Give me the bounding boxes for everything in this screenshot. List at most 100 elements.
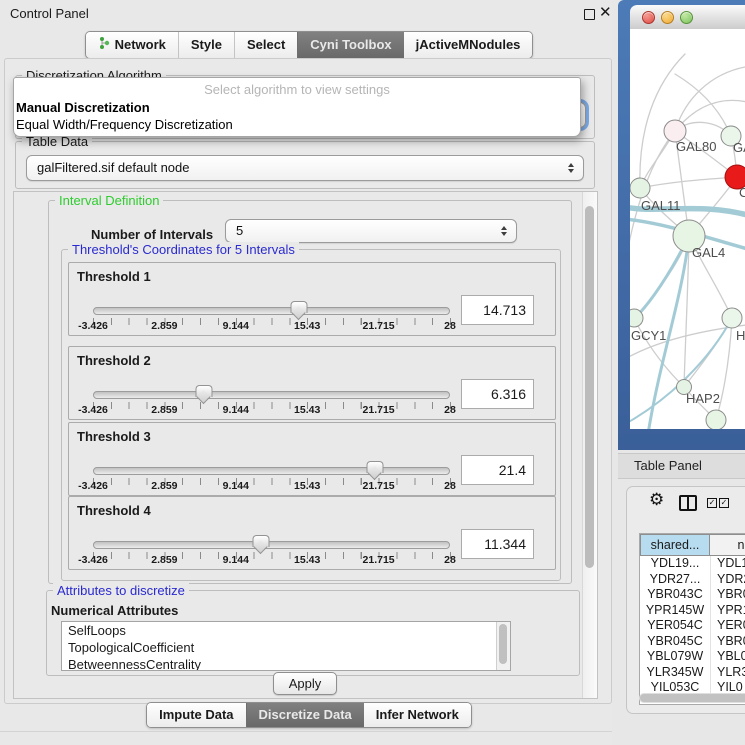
- cell[interactable]: YER0: [710, 618, 745, 634]
- threshold-value-field[interactable]: 6.316: [461, 379, 534, 409]
- tab-discretize-data[interactable]: Discretize Data: [246, 703, 364, 727]
- list-scrollbar[interactable]: [496, 622, 510, 670]
- tab-label: jActiveMNodules: [416, 37, 521, 52]
- cell[interactable]: YBR0: [710, 634, 745, 650]
- slider-thumb[interactable]: [367, 461, 384, 473]
- table-row[interactable]: YBR045CYBR0: [640, 634, 745, 650]
- tick-label: 28: [444, 554, 456, 566]
- table-row[interactable]: YBR043CYBR0: [640, 587, 745, 603]
- threshold-1-panel: Threshold 1 -3.426 2.859 9.144 15.43 21.…: [68, 262, 556, 336]
- number-of-intervals-combobox[interactable]: 5: [225, 219, 517, 243]
- threshold-value-field[interactable]: 21.4: [461, 455, 534, 485]
- table-row[interactable]: YPR145WYPR1: [640, 603, 745, 619]
- scrollbar-thumb[interactable]: [640, 694, 745, 702]
- tick-label: 21.715: [363, 480, 395, 492]
- node-bottom-clipped[interactable]: [706, 410, 726, 429]
- gear-icon[interactable]: ⚙: [649, 490, 664, 510]
- cell[interactable]: YLR3: [710, 665, 745, 681]
- threshold-label: Threshold 1: [77, 269, 151, 284]
- node-gcy1[interactable]: [630, 309, 643, 327]
- threshold-label: Threshold 3: [77, 429, 151, 444]
- cell[interactable]: YPR145W: [640, 603, 710, 619]
- cell[interactable]: YLR345W: [640, 665, 710, 681]
- column-header-shared-name[interactable]: shared...: [640, 534, 710, 556]
- tab-infer-network[interactable]: Infer Network: [364, 703, 471, 727]
- node-table: shared... na YDL19...YDL1 YDR27...YDR2 Y…: [639, 533, 745, 705]
- table-row[interactable]: YDR27...YDR2: [640, 572, 745, 588]
- list-item[interactable]: SelfLoops: [62, 622, 510, 639]
- top-tab-group: Network Style Select Cyni Toolbox jActiv…: [85, 31, 534, 59]
- slider-thumb[interactable]: [195, 385, 212, 397]
- cell[interactable]: YBR0: [710, 587, 745, 603]
- zoom-traffic-light[interactable]: [680, 11, 693, 24]
- tick-label: -3.426: [78, 404, 108, 416]
- numerical-attributes-list[interactable]: SelfLoops TopologicalCoefficient Between…: [61, 621, 511, 671]
- node-h-clipped[interactable]: [722, 308, 742, 328]
- cell[interactable]: YDL19...: [640, 556, 710, 572]
- tab-style[interactable]: Style: [178, 32, 234, 58]
- tab-jactivemnodules[interactable]: jActiveMNodules: [404, 32, 533, 58]
- cell[interactable]: YDL1: [710, 556, 745, 572]
- dropdown-prompt-item[interactable]: Select algorithm to view settings: [14, 82, 580, 100]
- slider-track[interactable]: [93, 307, 450, 315]
- cell[interactable]: YBR043C: [640, 587, 710, 603]
- cell[interactable]: YBL079W: [640, 649, 710, 665]
- cell[interactable]: YBL0: [710, 649, 745, 665]
- slider-tick-labels: -3.426 2.859 9.144 15.43 21.715 28: [93, 554, 450, 567]
- cell[interactable]: YBR045C: [640, 634, 710, 650]
- table-data-combobox[interactable]: galFiltered.sif default node: [26, 155, 584, 181]
- tab-select[interactable]: Select: [234, 32, 297, 58]
- network-canvas[interactable]: GAL80 GA C GAL11 GAL4 GCY1 H HAP2: [630, 29, 745, 429]
- columns-icon[interactable]: [679, 495, 697, 511]
- close-icon[interactable]: ✕: [599, 3, 612, 21]
- minimize-traffic-light[interactable]: [661, 11, 674, 24]
- cell[interactable]: YDR2: [710, 572, 745, 588]
- slider-thumb[interactable]: [290, 301, 307, 313]
- tick-label: -3.426: [78, 480, 108, 492]
- cell[interactable]: YPR1: [710, 603, 745, 619]
- table-panel-title: Table Panel: [634, 458, 702, 473]
- tick-label: 2.859: [151, 554, 177, 566]
- float-window-icon[interactable]: [584, 9, 595, 20]
- node-gal11[interactable]: [630, 178, 650, 198]
- group-title: Interval Definition: [55, 193, 163, 208]
- slider-thumb[interactable]: [252, 535, 269, 547]
- settings-scrollbar[interactable]: [582, 192, 597, 698]
- threshold-value-field[interactable]: 14.713: [461, 295, 534, 325]
- slider-tick-labels: -3.426 2.859 9.144 15.43 21.715 28: [93, 320, 450, 333]
- group-title: Attributes to discretize: [53, 583, 189, 598]
- table-row[interactable]: YER054CYER0: [640, 618, 745, 634]
- threshold-value-field[interactable]: 11.344: [461, 529, 534, 559]
- table-row[interactable]: YLR345WYLR3: [640, 665, 745, 681]
- table-row[interactable]: YDL19...YDL1: [640, 556, 745, 572]
- network-window-titlebar[interactable]: [630, 5, 745, 30]
- scrollbar-thumb[interactable]: [499, 624, 507, 664]
- node-label: GA: [733, 140, 745, 155]
- tab-cyni-toolbox[interactable]: Cyni Toolbox: [297, 32, 403, 58]
- list-item[interactable]: TopologicalCoefficient: [62, 639, 510, 656]
- column-header-name[interactable]: na: [710, 534, 745, 556]
- cell[interactable]: YER054C: [640, 618, 710, 634]
- slider-track[interactable]: [93, 541, 450, 549]
- checkbox-icon[interactable]: ✓: [707, 498, 717, 508]
- cell[interactable]: YDR27...: [640, 572, 710, 588]
- table-row[interactable]: YBL079WYBL0: [640, 649, 745, 665]
- tab-label: Discretize Data: [259, 707, 352, 722]
- checkbox-icon[interactable]: ✓: [719, 498, 729, 508]
- table-horizontal-scrollbar[interactable]: [639, 693, 745, 703]
- tab-impute-data[interactable]: Impute Data: [147, 703, 245, 727]
- tick-label: 21.715: [363, 320, 395, 332]
- tab-network[interactable]: Network: [86, 32, 178, 58]
- list-item[interactable]: BetweennessCentrality: [62, 656, 510, 671]
- tick-label: 15.43: [294, 480, 320, 492]
- tick-label: 9.144: [223, 320, 249, 332]
- scrollbar-thumb[interactable]: [585, 206, 594, 568]
- node-label: GCY1: [631, 328, 666, 343]
- slider-track[interactable]: [93, 391, 450, 399]
- dropdown-item-manual-discretization[interactable]: Manual Discretization: [14, 100, 580, 117]
- close-traffic-light[interactable]: [642, 11, 655, 24]
- apply-button[interactable]: Apply: [273, 672, 337, 695]
- tab-label: Infer Network: [376, 707, 459, 722]
- slider-track[interactable]: [93, 467, 450, 475]
- dropdown-item-equal-width-frequency[interactable]: Equal Width/Frequency Discretization: [14, 117, 580, 134]
